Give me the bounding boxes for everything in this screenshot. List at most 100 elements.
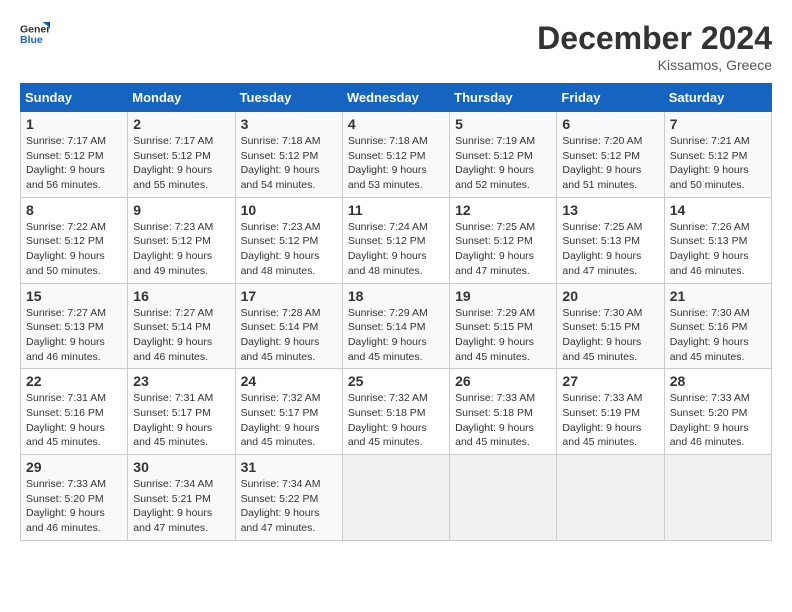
calendar-cell: 5 Sunrise: 7:19 AMSunset: 5:12 PMDaylight… [450, 112, 557, 198]
day-info: Sunrise: 7:34 AMSunset: 5:21 PMDaylight:… [133, 477, 229, 536]
day-info: Sunrise: 7:27 AMSunset: 5:14 PMDaylight:… [133, 306, 229, 365]
day-number: 5 [455, 116, 551, 132]
day-info: Sunrise: 7:25 AMSunset: 5:13 PMDaylight:… [562, 220, 658, 279]
day-info: Sunrise: 7:31 AMSunset: 5:17 PMDaylight:… [133, 391, 229, 450]
day-number: 29 [26, 459, 122, 475]
day-info: Sunrise: 7:18 AMSunset: 5:12 PMDaylight:… [241, 134, 337, 193]
calendar-cell: 31Sunrise: 7:34 AMSunset: 5:22 PMDayligh… [235, 455, 342, 541]
day-number: 24 [241, 373, 337, 389]
calendar-cell: 1 Sunrise: 7:17 AMSunset: 5:12 PMDaylight… [21, 112, 128, 198]
calendar-cell: 27 Sunrise: 7:33 AMSunset: 5:19 PMDayligh… [557, 369, 664, 455]
calendar-cell: 23 Sunrise: 7:31 AMSunset: 5:17 PMDayligh… [128, 369, 235, 455]
day-info: Sunrise: 7:26 AMSunset: 5:13 PMDaylight:… [670, 220, 766, 279]
calendar-cell: 10 Sunrise: 7:23 AMSunset: 5:12 PMDayligh… [235, 197, 342, 283]
calendar-cell: 14 Sunrise: 7:26 AMSunset: 5:13 PMDayligh… [664, 197, 771, 283]
day-info: Sunrise: 7:33 AMSunset: 5:20 PMDaylight:… [670, 391, 766, 450]
calendar-cell: 17Sunrise: 7:28 AMSunset: 5:14 PMDayligh… [235, 283, 342, 369]
calendar-cell: 25Sunrise: 7:32 AMSunset: 5:18 PMDayligh… [342, 369, 449, 455]
title-block: December 2024 Kissamos, Greece [537, 20, 772, 73]
day-info: Sunrise: 7:23 AMSunset: 5:12 PMDaylight:… [241, 220, 337, 279]
header-wednesday: Wednesday [342, 84, 449, 112]
calendar-cell: 29 Sunrise: 7:33 AMSunset: 5:20 PMDayligh… [21, 455, 128, 541]
day-number: 26 [455, 373, 551, 389]
day-number: 21 [670, 288, 766, 304]
day-info: Sunrise: 7:31 AMSunset: 5:16 PMDaylight:… [26, 391, 122, 450]
calendar-cell: 2Sunrise: 7:17 AMSunset: 5:12 PMDaylight… [128, 112, 235, 198]
day-number: 4 [348, 116, 444, 132]
header-saturday: Saturday [664, 84, 771, 112]
day-number: 9 [133, 202, 229, 218]
day-info: Sunrise: 7:20 AMSunset: 5:12 PMDaylight:… [562, 134, 658, 193]
calendar-cell: 8 Sunrise: 7:22 AMSunset: 5:12 PMDaylight… [21, 197, 128, 283]
day-info: Sunrise: 7:33 AMSunset: 5:20 PMDaylight:… [26, 477, 122, 536]
day-info: Sunrise: 7:33 AMSunset: 5:19 PMDaylight:… [562, 391, 658, 450]
day-number: 15 [26, 288, 122, 304]
day-info: Sunrise: 7:30 AMSunset: 5:16 PMDaylight:… [670, 306, 766, 365]
day-number: 11 [348, 202, 444, 218]
calendar-cell: 26 Sunrise: 7:33 AMSunset: 5:18 PMDayligh… [450, 369, 557, 455]
header-tuesday: Tuesday [235, 84, 342, 112]
day-info: Sunrise: 7:18 AMSunset: 5:12 PMDaylight:… [348, 134, 444, 193]
calendar-cell: 11Sunrise: 7:24 AMSunset: 5:12 PMDayligh… [342, 197, 449, 283]
day-number: 18 [348, 288, 444, 304]
calendar-cell: 16 Sunrise: 7:27 AMSunset: 5:14 PMDayligh… [128, 283, 235, 369]
day-number: 23 [133, 373, 229, 389]
day-number: 27 [562, 373, 658, 389]
day-number: 28 [670, 373, 766, 389]
header-thursday: Thursday [450, 84, 557, 112]
calendar-week-row: 22 Sunrise: 7:31 AMSunset: 5:16 PMDayligh… [21, 369, 772, 455]
day-number: 3 [241, 116, 337, 132]
calendar-cell: 28 Sunrise: 7:33 AMSunset: 5:20 PMDayligh… [664, 369, 771, 455]
logo-icon: General Blue [20, 20, 50, 48]
day-info: Sunrise: 7:17 AMSunset: 5:12 PMDaylight:… [26, 134, 122, 193]
calendar-cell: 6 Sunrise: 7:20 AMSunset: 5:12 PMDaylight… [557, 112, 664, 198]
day-number: 13 [562, 202, 658, 218]
day-number: 22 [26, 373, 122, 389]
day-info: Sunrise: 7:27 AMSunset: 5:13 PMDaylight:… [26, 306, 122, 365]
calendar-cell [450, 455, 557, 541]
day-number: 16 [133, 288, 229, 304]
day-info: Sunrise: 7:19 AMSunset: 5:12 PMDaylight:… [455, 134, 551, 193]
day-info: Sunrise: 7:22 AMSunset: 5:12 PMDaylight:… [26, 220, 122, 279]
calendar-cell: 22 Sunrise: 7:31 AMSunset: 5:16 PMDayligh… [21, 369, 128, 455]
day-number: 8 [26, 202, 122, 218]
logo: General Blue [20, 20, 50, 48]
svg-text:Blue: Blue [20, 34, 43, 46]
calendar-cell: 15 Sunrise: 7:27 AMSunset: 5:13 PMDayligh… [21, 283, 128, 369]
calendar-cell [557, 455, 664, 541]
day-info: Sunrise: 7:25 AMSunset: 5:12 PMDaylight:… [455, 220, 551, 279]
calendar-week-row: 1 Sunrise: 7:17 AMSunset: 5:12 PMDaylight… [21, 112, 772, 198]
calendar-week-row: 29 Sunrise: 7:33 AMSunset: 5:20 PMDayligh… [21, 455, 772, 541]
day-info: Sunrise: 7:17 AMSunset: 5:12 PMDaylight:… [133, 134, 229, 193]
day-info: Sunrise: 7:32 AMSunset: 5:17 PMDaylight:… [241, 391, 337, 450]
calendar-week-row: 8 Sunrise: 7:22 AMSunset: 5:12 PMDaylight… [21, 197, 772, 283]
page-header: General Blue December 2024 Kissamos, Gre… [20, 20, 772, 73]
calendar-week-row: 15 Sunrise: 7:27 AMSunset: 5:13 PMDayligh… [21, 283, 772, 369]
location: Kissamos, Greece [537, 57, 772, 73]
day-info: Sunrise: 7:32 AMSunset: 5:18 PMDaylight:… [348, 391, 444, 450]
day-number: 10 [241, 202, 337, 218]
calendar-cell: 30Sunrise: 7:34 AMSunset: 5:21 PMDayligh… [128, 455, 235, 541]
day-info: Sunrise: 7:30 AMSunset: 5:15 PMDaylight:… [562, 306, 658, 365]
day-info: Sunrise: 7:29 AMSunset: 5:14 PMDaylight:… [348, 306, 444, 365]
calendar-cell [664, 455, 771, 541]
day-info: Sunrise: 7:23 AMSunset: 5:12 PMDaylight:… [133, 220, 229, 279]
calendar-cell: 19Sunrise: 7:29 AMSunset: 5:15 PMDayligh… [450, 283, 557, 369]
day-number: 7 [670, 116, 766, 132]
day-info: Sunrise: 7:33 AMSunset: 5:18 PMDaylight:… [455, 391, 551, 450]
day-number: 17 [241, 288, 337, 304]
calendar-cell: 12Sunrise: 7:25 AMSunset: 5:12 PMDayligh… [450, 197, 557, 283]
day-number: 1 [26, 116, 122, 132]
day-info: Sunrise: 7:34 AMSunset: 5:22 PMDaylight:… [241, 477, 337, 536]
calendar-cell: 21 Sunrise: 7:30 AMSunset: 5:16 PMDayligh… [664, 283, 771, 369]
calendar-table: Sunday Monday Tuesday Wednesday Thursday… [20, 83, 772, 541]
day-info: Sunrise: 7:21 AMSunset: 5:12 PMDaylight:… [670, 134, 766, 193]
day-number: 6 [562, 116, 658, 132]
header-monday: Monday [128, 84, 235, 112]
day-number: 14 [670, 202, 766, 218]
calendar-cell: 9 Sunrise: 7:23 AMSunset: 5:12 PMDaylight… [128, 197, 235, 283]
day-number: 20 [562, 288, 658, 304]
day-info: Sunrise: 7:29 AMSunset: 5:15 PMDaylight:… [455, 306, 551, 365]
calendar-cell: 7 Sunrise: 7:21 AMSunset: 5:12 PMDaylight… [664, 112, 771, 198]
calendar-cell [342, 455, 449, 541]
